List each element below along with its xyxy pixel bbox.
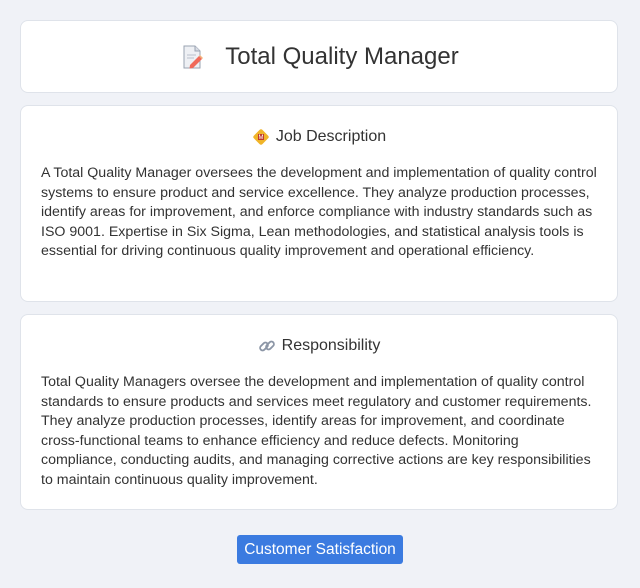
svg-text:M: M: [258, 135, 263, 141]
responsibility-title: Responsibility: [281, 337, 381, 354]
title-card: Total Quality Manager: [20, 20, 618, 93]
job-description-heading: M Job Description: [21, 128, 617, 146]
responsibility-heading: Responsibility: [21, 337, 617, 355]
tag-list: Customer Satisfaction: [0, 535, 640, 564]
responsibility-card: Responsibility Total Quality Managers ov…: [20, 314, 618, 510]
badge-icon: M: [252, 128, 270, 146]
job-description-text: A Total Quality Manager oversees the dev…: [41, 165, 597, 259]
responsibility-text: Total Quality Managers oversee the devel…: [41, 374, 592, 488]
job-description-card: M Job Description A Total Quality Manage…: [20, 105, 618, 302]
page-title: Total Quality Manager: [225, 42, 459, 70]
link-icon: [258, 337, 276, 355]
job-description-title: Job Description: [275, 128, 387, 145]
document-pencil-icon: [179, 44, 205, 70]
tag-customer-satisfaction[interactable]: Customer Satisfaction: [237, 535, 403, 564]
